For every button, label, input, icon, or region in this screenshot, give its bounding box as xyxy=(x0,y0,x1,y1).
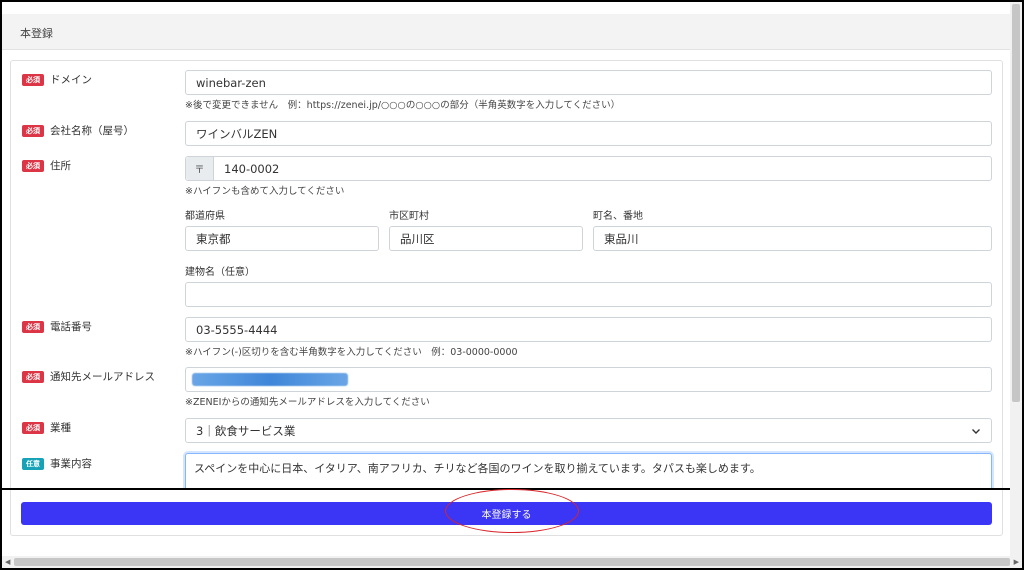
building-input[interactable] xyxy=(185,282,992,307)
prefecture-value: 東京都 xyxy=(196,231,231,246)
optional-badge: 任意 xyxy=(22,457,44,470)
email-label: 通知先メールアドレス xyxy=(50,371,155,383)
company-label: 会社名称（屋号） xyxy=(50,125,134,137)
town-label: 町名、番地 xyxy=(593,211,643,222)
highlight-annotation-circle xyxy=(445,489,579,533)
industry-value: 3｜飲食サービス業 xyxy=(196,423,296,438)
vertical-scroll-thumb[interactable] xyxy=(1012,4,1020,402)
building-label: 建物名（任意） xyxy=(185,267,255,278)
page-header: 本登録 xyxy=(2,14,1010,50)
company-value: ワインバルZEN xyxy=(196,126,278,141)
phone-label-row: 必須 電話番号 xyxy=(22,319,92,334)
industry-select[interactable]: 3｜飲食サービス業 xyxy=(185,418,992,443)
company-label-row: 必須 会社名称（屋号） xyxy=(22,123,134,138)
vertical-scrollbar[interactable] xyxy=(1010,2,1022,556)
required-badge: 必須 xyxy=(22,159,44,172)
required-badge: 必須 xyxy=(22,421,44,434)
postal-code-input[interactable]: 〒 140-0002 xyxy=(185,156,992,181)
city-input[interactable]: 品川区 xyxy=(389,226,583,251)
domain-value: winebar-zen xyxy=(196,75,266,90)
phone-hint: ※ハイフン(-)区切りを含む半角数字を入力してください 例：03-0000-00… xyxy=(185,347,518,358)
horizontal-scrollbar[interactable]: ◀ ▶ xyxy=(2,556,1022,568)
phone-value: 03-5555-4444 xyxy=(196,322,278,337)
postal-mark-icon: 〒 xyxy=(186,157,214,180)
required-badge: 必須 xyxy=(22,124,44,137)
business-label: 事業内容 xyxy=(50,458,92,470)
phone-input[interactable]: 03-5555-4444 xyxy=(185,317,992,342)
horizontal-scroll-thumb[interactable] xyxy=(14,558,1010,566)
domain-label-row: 必須 ドメイン xyxy=(22,72,92,87)
industry-label-row: 必須 業種 xyxy=(22,420,71,435)
industry-label: 業種 xyxy=(50,422,71,434)
redacted-email-value xyxy=(192,373,348,386)
postal-code-value: 140-0002 xyxy=(224,161,280,176)
city-value: 品川区 xyxy=(400,231,435,246)
form-scroll-area: 必須 ドメイン winebar-zen ※後で変更できません 例：https:/… xyxy=(10,60,1003,488)
email-label-row: 必須 通知先メールアドレス xyxy=(22,369,155,384)
required-badge: 必須 xyxy=(22,320,44,333)
business-textarea[interactable]: スペインを中心に日本、イタリア、南アフリカ、チリなど各国のワインを取り揃えていま… xyxy=(185,453,992,488)
email-hint: ※ZENEIからの通知先メールアドレスを入力してください xyxy=(185,397,430,408)
postal-hint: ※ハイフンも含めて入力してください xyxy=(185,186,345,197)
company-input[interactable]: ワインバルZEN xyxy=(185,121,992,146)
chevron-down-icon xyxy=(972,429,980,434)
domain-label: ドメイン xyxy=(50,74,92,86)
town-value: 東品川 xyxy=(604,231,639,246)
scroll-left-arrow-icon[interactable]: ◀ xyxy=(5,556,10,568)
page-title: 本登録 xyxy=(20,27,53,40)
phone-label: 電話番号 xyxy=(50,321,92,333)
required-badge: 必須 xyxy=(22,73,44,86)
scroll-right-arrow-icon[interactable]: ▶ xyxy=(1014,556,1019,568)
required-badge: 必須 xyxy=(22,370,44,383)
address-label-row: 必須 住所 xyxy=(22,158,71,173)
email-input[interactable] xyxy=(185,367,992,392)
domain-hint: ※後で変更できません 例：https://zenei.jp/○○○の○○○の部分… xyxy=(185,100,621,111)
address-label: 住所 xyxy=(50,160,71,172)
prefecture-input[interactable]: 東京都 xyxy=(185,226,379,251)
prefecture-label: 都道府県 xyxy=(185,211,225,222)
town-input[interactable]: 東品川 xyxy=(593,226,992,251)
business-label-row: 任意 事業内容 xyxy=(22,456,92,471)
business-value: スペインを中心に日本、イタリア、南アフリカ、チリなど各国のワインを取り揃えていま… xyxy=(194,462,761,475)
city-label: 市区町村 xyxy=(389,211,429,222)
domain-input[interactable]: winebar-zen xyxy=(185,70,992,95)
